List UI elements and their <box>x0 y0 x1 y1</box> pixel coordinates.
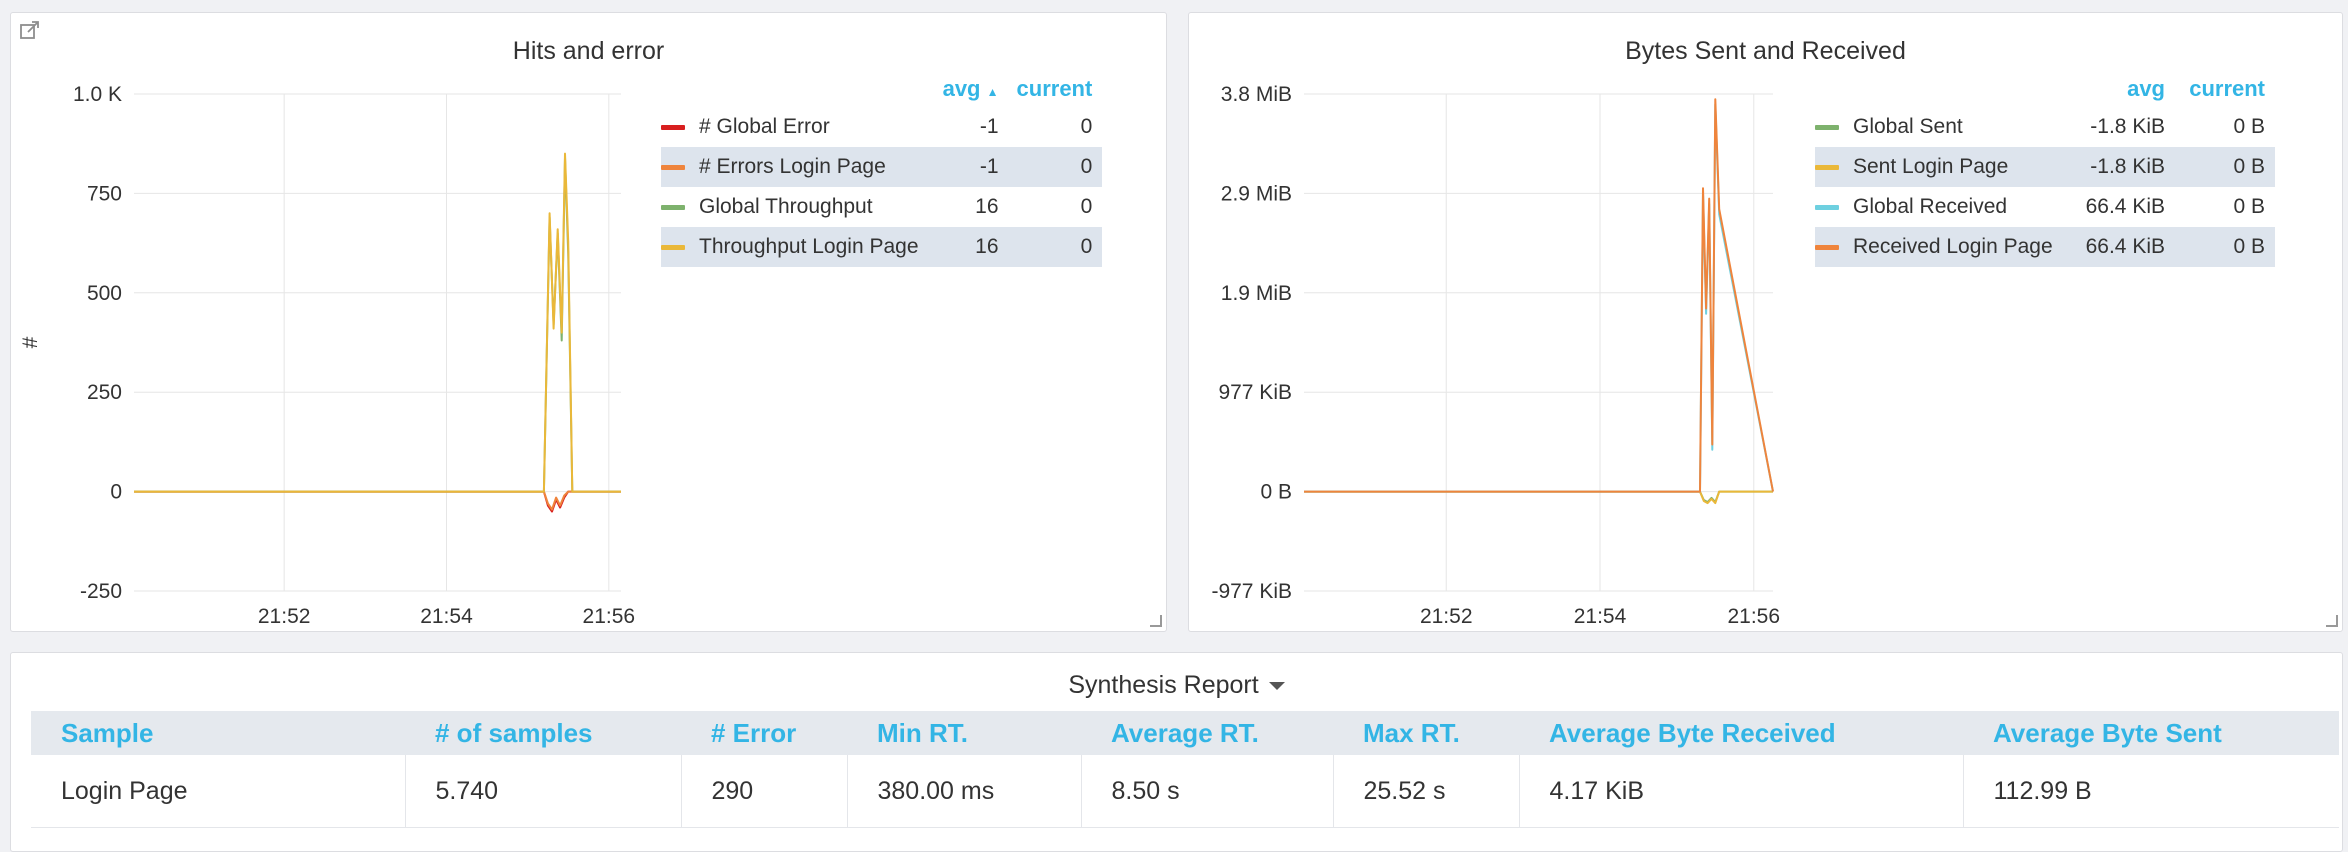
cell-avg-byte-received: 4.17 KiB <box>1519 755 1964 828</box>
col-header-avg-byte-sent[interactable]: Average Byte Sent <box>1963 711 2339 755</box>
legend-row-global-received[interactable]: Global Received 66.4 KiB 0 B <box>1815 187 2275 227</box>
legend-label: Received Login Page <box>1853 235 2053 258</box>
resize-handle[interactable] <box>1150 615 1162 627</box>
legend-row-throughput-login[interactable]: Throughput Login Page 16 0 <box>661 227 1103 267</box>
legend-row-received-login[interactable]: Received Login Page 66.4 KiB 0 B <box>1815 227 2275 267</box>
col-header-avg-byte-received[interactable]: Average Byte Received <box>1519 711 1963 755</box>
x-tick-label: 21:52 <box>258 605 311 628</box>
legend-row-global-error[interactable]: # Global Error -1 0 <box>661 107 1102 147</box>
bytes-legend: avg current Global Sent -1.8 KiB 0 B Sen… <box>1815 71 2275 267</box>
legend-avg: -1.8 KiB <box>2090 115 2165 138</box>
y-tick-label: -977 KiB <box>1211 580 1292 603</box>
series-swatch <box>1815 124 1839 130</box>
legend-row-sent-login[interactable]: Sent Login Page -1.8 KiB 0 B <box>1815 147 2275 187</box>
series-swatch <box>1815 204 1839 210</box>
series-swatch <box>661 124 685 130</box>
legend-current: 0 B <box>2175 227 2275 267</box>
legend-avg: -1.8 KiB <box>2065 147 2175 187</box>
table-row: Login Page 5.740 290 380.00 ms 8.50 s 25… <box>31 755 2339 828</box>
legend-avg: 16 <box>928 227 1009 267</box>
legend-current: 0 <box>1008 147 1103 187</box>
legend-header-current[interactable]: current <box>1009 71 1103 107</box>
legend-label: # Errors Login Page <box>699 155 886 178</box>
y-tick-label: 250 <box>87 381 122 404</box>
report-title[interactable]: Synthesis Report <box>11 671 2342 700</box>
report-table: Sample # of samples # Error Min RT. Aver… <box>31 711 2339 828</box>
y-tick-label: 977 KiB <box>1218 381 1292 404</box>
x-tick-label: 21:54 <box>420 605 473 628</box>
y-tick-label: -250 <box>80 580 122 603</box>
report-title-label: Synthesis Report <box>1068 671 1259 699</box>
y-tick-label: 3.8 MiB <box>1221 83 1292 106</box>
legend-label: Global Received <box>1853 195 2008 218</box>
sort-asc-icon: ▲ <box>986 85 999 99</box>
hits-and-error-panel: Hits and error 1.0 K 750 500 250 0 -250 21:52 2… <box>10 12 1167 632</box>
y-axis-label: # <box>19 336 42 348</box>
series-line <box>1304 490 1773 505</box>
series-line <box>134 152 621 493</box>
legend-current: 0 B <box>2233 195 2265 218</box>
y-tick-label: 0 <box>110 481 122 504</box>
legend-label: Global Throughput <box>699 195 873 218</box>
col-header-sample[interactable]: Sample <box>31 711 405 755</box>
cell-max-rt: 25.52 s <box>1333 755 1520 828</box>
y-tick-label: 0 B <box>1260 481 1292 504</box>
legend-current: 0 B <box>2233 115 2265 138</box>
x-tick-label: 21:56 <box>1727 605 1780 628</box>
x-tick-label: 21:52 <box>1420 605 1473 628</box>
legend-avg: 66.4 KiB <box>2085 195 2165 218</box>
cell-min-rt: 380.00 ms <box>847 755 1082 828</box>
cell-avg-rt: 8.50 s <box>1081 755 1334 828</box>
col-header-max-rt[interactable]: Max RT. <box>1333 711 1519 755</box>
legend-row-errors-login[interactable]: # Errors Login Page -1 0 <box>661 147 1103 187</box>
legend-current: 0 <box>1008 227 1103 267</box>
series-swatch <box>661 244 685 250</box>
col-header-avg-rt[interactable]: Average RT. <box>1081 711 1333 755</box>
resize-handle[interactable] <box>2326 615 2338 627</box>
legend-current: 0 <box>1080 115 1093 138</box>
y-tick-label: 750 <box>87 182 122 205</box>
cell-avg-byte-sent: 112.99 B <box>1963 755 2339 828</box>
legend-row-global-throughput[interactable]: Global Throughput 16 0 <box>661 187 1102 227</box>
cell-error: 290 <box>681 755 848 828</box>
series-swatch <box>661 204 685 210</box>
col-header-samples[interactable]: # of samples <box>405 711 681 755</box>
hits-legend: avg ▲ current # Global Error -1 0 # Erro… <box>661 71 1103 267</box>
series-swatch <box>1815 164 1839 170</box>
x-tick-label: 21:54 <box>1574 605 1627 628</box>
x-tick-label: 21:56 <box>583 605 636 628</box>
legend-avg: 66.4 KiB <box>2065 227 2175 267</box>
series-swatch <box>1815 244 1839 250</box>
legend-row-global-sent[interactable]: Global Sent -1.8 KiB 0 B <box>1815 107 2275 147</box>
y-tick-label: 1.9 MiB <box>1221 282 1292 305</box>
legend-label: # Global Error <box>699 115 830 138</box>
y-tick-label: 500 <box>87 282 122 305</box>
legend-header-avg[interactable]: avg ▲ <box>929 71 1009 107</box>
bytes-chart: 3.8 MiB 2.9 MiB 1.9 MiB 977 KiB 0 B -977 KiB 2… <box>1211 83 1780 628</box>
bytes-panel: Bytes Sent and Received 3.8 MiB 2.9 MiB 1.… <box>1188 12 2343 632</box>
cell-samples: 5.740 <box>405 755 682 828</box>
synthesis-report-panel: Synthesis Report Sample # of samples # E… <box>10 652 2343 852</box>
legend-header-avg[interactable]: avg <box>2065 71 2175 107</box>
avg-header-label: avg <box>942 76 981 101</box>
cell-sample: Login Page <box>31 755 406 828</box>
legend-header-current[interactable]: current <box>2175 71 2275 107</box>
legend-avg: -1 <box>928 147 1009 187</box>
legend-label: Global Sent <box>1853 115 1963 138</box>
y-tick-label: 1.0 K <box>73 83 122 106</box>
y-tick-label: 2.9 MiB <box>1221 182 1292 205</box>
legend-current: 0 <box>1080 195 1093 218</box>
series-swatch <box>661 164 685 170</box>
col-header-error[interactable]: # Error <box>681 711 847 755</box>
legend-avg: -1 <box>979 115 999 138</box>
caret-down-icon <box>1268 682 1285 691</box>
series-line <box>1304 98 1774 493</box>
legend-current: 0 B <box>2175 147 2275 187</box>
col-header-min-rt[interactable]: Min RT. <box>847 711 1081 755</box>
legend-label: Sent Login Page <box>1853 155 2009 178</box>
hits-chart: 1.0 K 750 500 250 0 -250 21:52 21:54 21:56 # <box>19 83 636 628</box>
legend-label: Throughput Login Page <box>699 235 919 258</box>
report-header-row: Sample # of samples # Error Min RT. Aver… <box>31 711 2339 755</box>
legend-avg: 16 <box>975 195 999 218</box>
